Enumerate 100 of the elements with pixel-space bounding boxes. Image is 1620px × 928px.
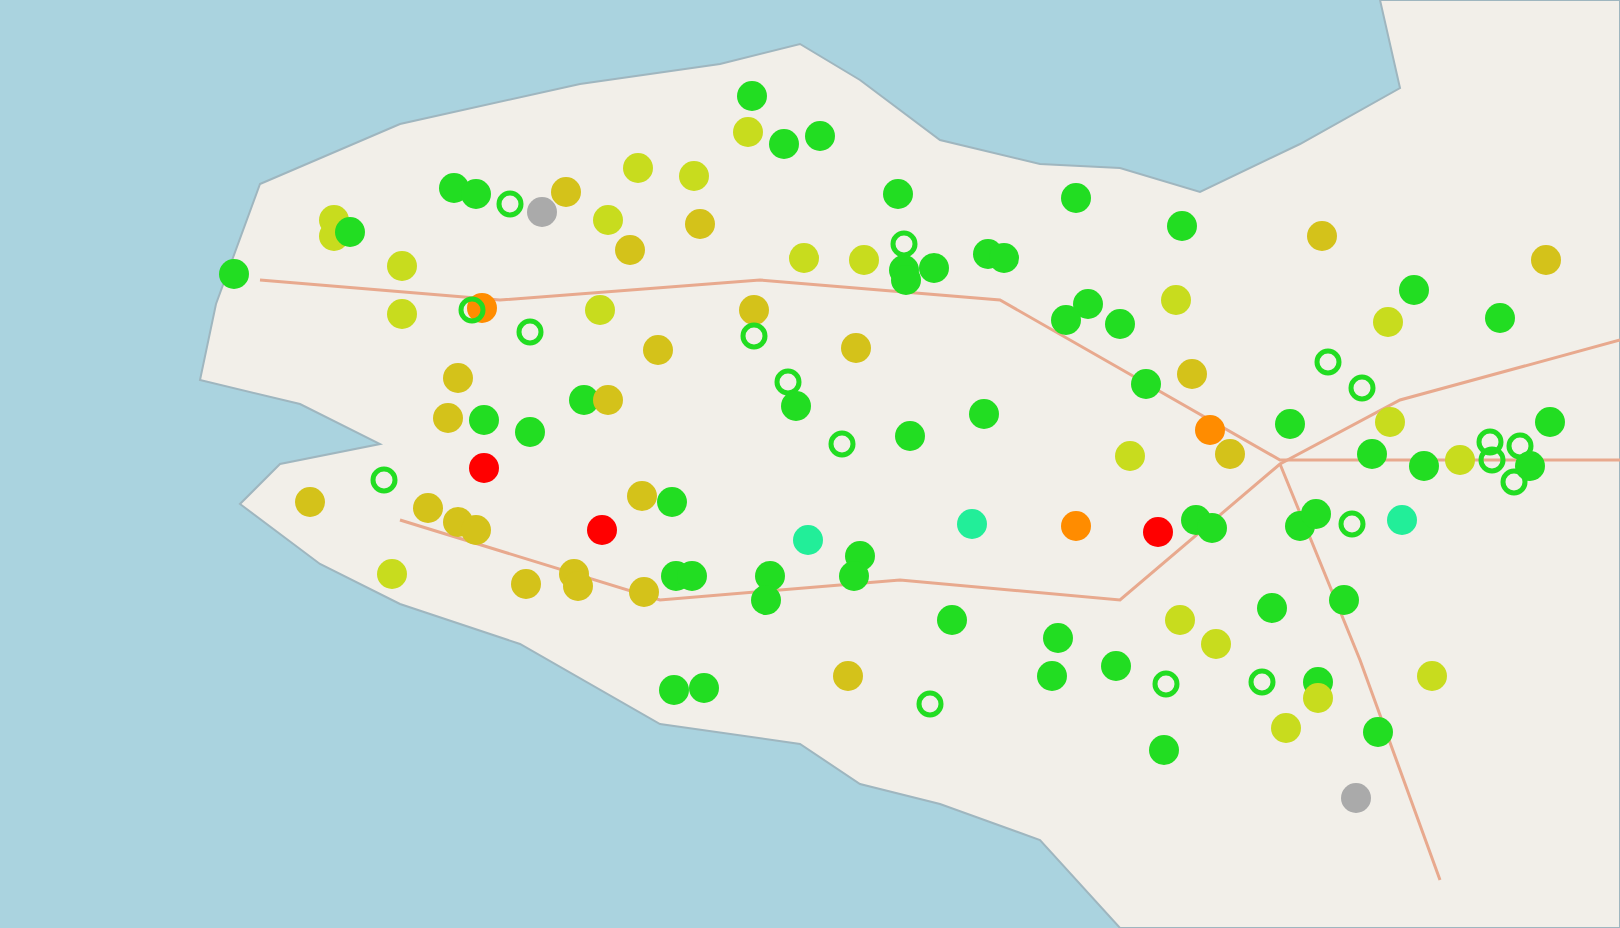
map-marker[interactable] bbox=[751, 585, 781, 615]
map-marker[interactable] bbox=[1348, 374, 1376, 402]
map-marker[interactable] bbox=[1165, 605, 1195, 635]
map-marker[interactable] bbox=[1314, 348, 1342, 376]
map-marker[interactable] bbox=[685, 209, 715, 239]
map-marker[interactable] bbox=[563, 571, 593, 601]
map-marker[interactable] bbox=[413, 493, 443, 523]
map-marker[interactable] bbox=[1485, 303, 1515, 333]
map-marker[interactable] bbox=[593, 205, 623, 235]
map-marker[interactable] bbox=[1043, 623, 1073, 653]
map-marker[interactable] bbox=[461, 179, 491, 209]
map-marker[interactable] bbox=[789, 243, 819, 273]
map-marker[interactable] bbox=[774, 368, 802, 396]
map-marker[interactable] bbox=[737, 81, 767, 111]
map-marker[interactable] bbox=[916, 690, 944, 718]
map-marker[interactable] bbox=[1161, 285, 1191, 315]
map-marker[interactable] bbox=[740, 322, 768, 350]
map-marker[interactable] bbox=[433, 403, 463, 433]
map-marker[interactable] bbox=[515, 417, 545, 447]
map-marker[interactable] bbox=[781, 391, 811, 421]
map-marker[interactable] bbox=[1037, 661, 1067, 691]
map-marker[interactable] bbox=[1303, 683, 1333, 713]
map-marker[interactable] bbox=[1476, 428, 1504, 456]
map-marker[interactable] bbox=[989, 243, 1019, 273]
map-marker[interactable] bbox=[677, 561, 707, 591]
map-marker[interactable] bbox=[569, 385, 599, 415]
map-marker[interactable] bbox=[387, 251, 417, 281]
map-marker[interactable] bbox=[1373, 307, 1403, 337]
map-marker[interactable] bbox=[469, 453, 499, 483]
map-marker[interactable] bbox=[1143, 517, 1173, 547]
map-marker[interactable] bbox=[679, 161, 709, 191]
map-marker[interactable] bbox=[1506, 432, 1534, 460]
map-marker[interactable] bbox=[527, 197, 557, 227]
map-marker[interactable] bbox=[793, 525, 823, 555]
map-marker[interactable] bbox=[769, 129, 799, 159]
map-marker[interactable] bbox=[755, 561, 785, 591]
map-marker[interactable] bbox=[957, 509, 987, 539]
map-marker[interactable] bbox=[833, 661, 863, 691]
map-marker[interactable] bbox=[1149, 735, 1179, 765]
map-marker[interactable] bbox=[969, 399, 999, 429]
map-marker[interactable] bbox=[469, 405, 499, 435]
map-marker[interactable] bbox=[839, 561, 869, 591]
map-marker[interactable] bbox=[643, 335, 673, 365]
map-marker[interactable] bbox=[1535, 407, 1565, 437]
map-marker[interactable] bbox=[937, 605, 967, 635]
map-marker[interactable] bbox=[587, 515, 617, 545]
map-marker[interactable] bbox=[1152, 670, 1180, 698]
map-marker[interactable] bbox=[1105, 309, 1135, 339]
map-marker[interactable] bbox=[623, 153, 653, 183]
map-marker[interactable] bbox=[593, 385, 623, 415]
map-marker[interactable] bbox=[849, 245, 879, 275]
map-marker[interactable] bbox=[1357, 439, 1387, 469]
map-marker[interactable] bbox=[1195, 415, 1225, 445]
map-marker[interactable] bbox=[1301, 499, 1331, 529]
map-marker[interactable] bbox=[1248, 668, 1276, 696]
map-marker[interactable] bbox=[551, 177, 581, 207]
map-marker[interactable] bbox=[1409, 451, 1439, 481]
map-marker[interactable] bbox=[883, 179, 913, 209]
map-marker[interactable] bbox=[805, 121, 835, 151]
map-marker[interactable] bbox=[1167, 211, 1197, 241]
map-marker[interactable] bbox=[1131, 369, 1161, 399]
map-marker[interactable] bbox=[1515, 451, 1545, 481]
map-marker[interactable] bbox=[1399, 275, 1429, 305]
map-marker[interactable] bbox=[1445, 445, 1475, 475]
map-marker[interactable] bbox=[689, 673, 719, 703]
map-marker[interactable] bbox=[1375, 407, 1405, 437]
map-marker[interactable] bbox=[891, 265, 921, 295]
map-marker[interactable] bbox=[219, 259, 249, 289]
map-marker[interactable] bbox=[443, 363, 473, 393]
map-marker[interactable] bbox=[733, 117, 763, 147]
map-marker[interactable] bbox=[657, 487, 687, 517]
map-marker[interactable] bbox=[1363, 717, 1393, 747]
map-marker[interactable] bbox=[1073, 289, 1103, 319]
map-marker[interactable] bbox=[295, 487, 325, 517]
map-marker[interactable] bbox=[387, 299, 417, 329]
map-marker[interactable] bbox=[1197, 513, 1227, 543]
map-marker[interactable] bbox=[1177, 359, 1207, 389]
map-marker[interactable] bbox=[585, 295, 615, 325]
map-marker[interactable] bbox=[1101, 651, 1131, 681]
map-marker[interactable] bbox=[895, 421, 925, 451]
map-marker[interactable] bbox=[516, 318, 544, 346]
map-marker[interactable] bbox=[629, 577, 659, 607]
map-marker[interactable] bbox=[1329, 585, 1359, 615]
map-marker[interactable] bbox=[1478, 446, 1506, 474]
map-marker[interactable] bbox=[1061, 183, 1091, 213]
map-marker[interactable] bbox=[1341, 783, 1371, 813]
map-marker[interactable] bbox=[511, 569, 541, 599]
map-marker[interactable] bbox=[458, 296, 486, 324]
map-marker[interactable] bbox=[1271, 713, 1301, 743]
map-marker[interactable] bbox=[1201, 629, 1231, 659]
map-marker[interactable] bbox=[739, 295, 769, 325]
map-marker[interactable] bbox=[335, 217, 365, 247]
map-marker[interactable] bbox=[1531, 245, 1561, 275]
map-marker[interactable] bbox=[828, 430, 856, 458]
map-marker[interactable] bbox=[919, 253, 949, 283]
map-marker[interactable] bbox=[496, 190, 524, 218]
map-marker[interactable] bbox=[370, 466, 398, 494]
map-marker[interactable] bbox=[1307, 221, 1337, 251]
map-marker[interactable] bbox=[627, 481, 657, 511]
map-marker[interactable] bbox=[1115, 441, 1145, 471]
